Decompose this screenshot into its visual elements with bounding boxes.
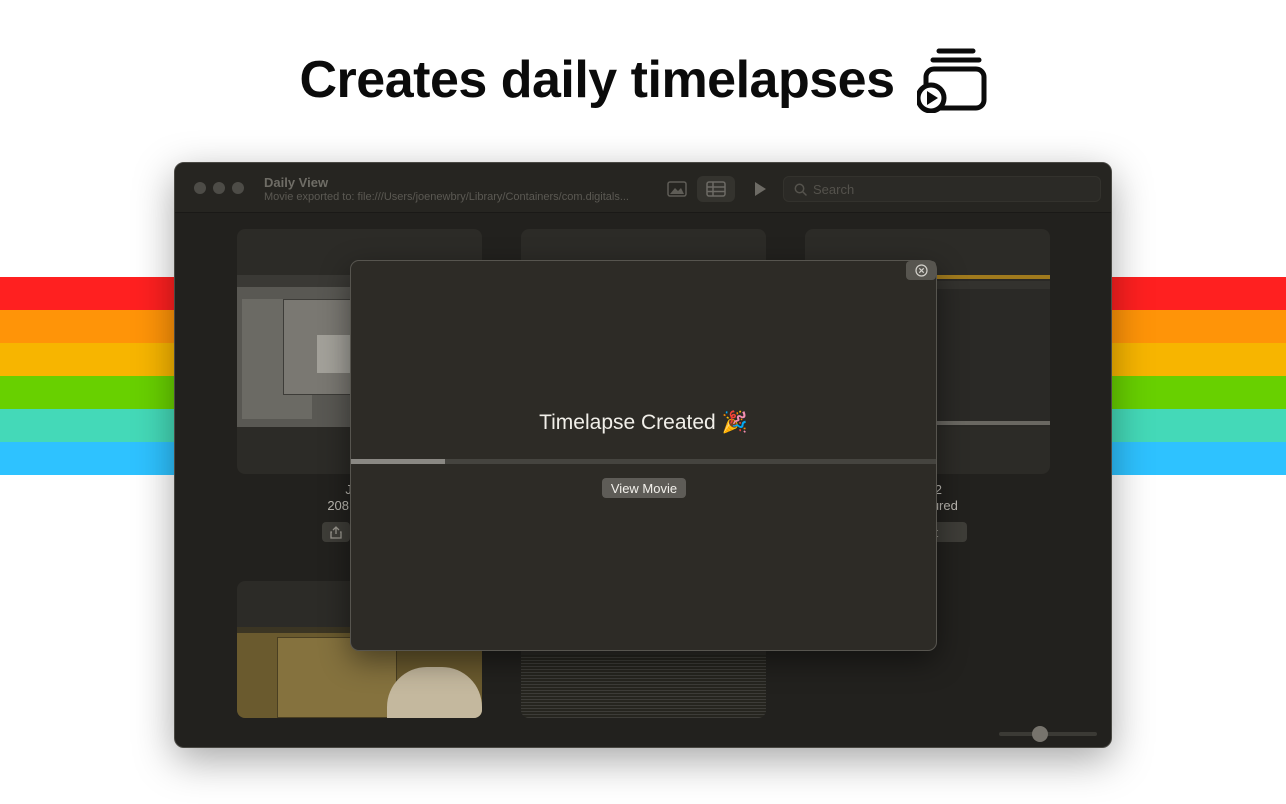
zoom-slider-knob[interactable]	[1031, 726, 1048, 742]
timelapse-dialog: Timelapse Created 🎉 View Movie	[350, 260, 937, 651]
photo-view-button[interactable]	[663, 176, 691, 202]
dialog-title-text: Timelapse Created	[539, 411, 716, 434]
window-title: Daily View	[264, 175, 329, 190]
share-icon	[330, 525, 342, 539]
headline: Creates daily timelapses	[0, 40, 1286, 120]
play-icon	[755, 182, 766, 196]
close-circle-icon	[914, 264, 928, 277]
dialog-title: Timelapse Created 🎉	[351, 411, 936, 435]
grid-table-icon	[706, 181, 726, 197]
export-button[interactable]	[322, 522, 350, 542]
zoom-window-button[interactable]	[232, 182, 244, 194]
titlebar: Daily View Movie exported to: file:///Us…	[175, 163, 1111, 213]
export-progress-bar	[351, 459, 936, 464]
timelapse-thumbnail	[521, 655, 766, 718]
minimize-window-button[interactable]	[213, 182, 225, 194]
play-button[interactable]	[747, 176, 773, 202]
headline-text: Creates daily timelapses	[299, 51, 896, 109]
grid-view-button[interactable]	[697, 176, 735, 202]
stacked-cards-play-icon	[916, 48, 986, 113]
zoom-slider[interactable]	[999, 726, 1097, 742]
view-movie-button[interactable]: View Movie	[602, 478, 686, 498]
close-dialog-button[interactable]	[906, 261, 936, 280]
photo-icon	[667, 181, 687, 197]
export-progress-fill	[351, 459, 445, 464]
search-field[interactable]	[783, 176, 1101, 202]
party-popper-icon: 🎉	[721, 411, 748, 434]
search-icon	[794, 183, 807, 196]
window-subtitle: Movie exported to: file:///Users/joenewb…	[264, 191, 629, 203]
close-window-button[interactable]	[194, 182, 206, 194]
search-input[interactable]	[813, 181, 1093, 197]
